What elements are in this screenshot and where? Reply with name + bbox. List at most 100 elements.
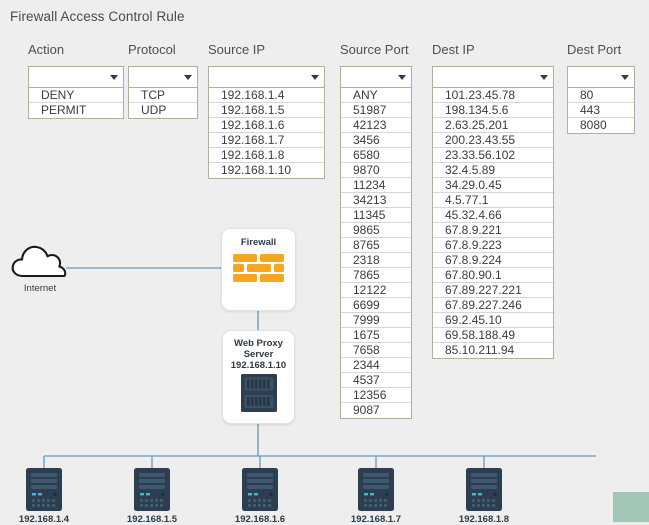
dest-port-dropdown[interactable] (567, 66, 635, 88)
option-item[interactable]: 67.80.90.1 (433, 268, 553, 283)
option-item[interactable]: UDP (129, 103, 197, 118)
option-item[interactable]: TCP (129, 88, 197, 103)
rule-column-source-port: Source Port ANY 51987 42123 3456 6580 98… (340, 42, 412, 419)
chevron-down-icon (398, 75, 406, 80)
option-item[interactable]: 12356 (341, 388, 411, 403)
host-label: 192.168.1.8 (458, 514, 510, 525)
option-item[interactable]: 80 (568, 88, 634, 103)
server-tower-icon[interactable] (358, 468, 394, 511)
screen-root: Firewall Access Control Rule Action DENY… (0, 0, 649, 525)
host-label: 192.168.1.7 (350, 514, 402, 525)
action-dropdown[interactable] (28, 66, 124, 88)
column-header-source-ip: Source IP (208, 42, 266, 57)
option-item[interactable]: 32.4.5.89 (433, 163, 553, 178)
option-item[interactable]: 8765 (341, 238, 411, 253)
option-item[interactable]: 443 (568, 103, 634, 118)
option-item[interactable]: 2.63.25.201 (433, 118, 553, 133)
proxy-label-line2: Server (243, 349, 274, 360)
source-ip-option-list[interactable]: 192.168.1.4 192.168.1.5 192.168.1.6 192.… (208, 88, 325, 179)
option-item[interactable]: 67.89.227.246 (433, 298, 553, 313)
dest-ip-dropdown[interactable] (432, 66, 554, 88)
option-item[interactable]: 4.5.77.1 (433, 193, 553, 208)
option-item[interactable]: 67.8.9.223 (433, 238, 553, 253)
dest-port-option-list[interactable]: 80 443 8080 (567, 88, 635, 134)
option-item[interactable]: 9087 (341, 403, 411, 418)
proxy-label-line3: 192.168.1.10 (230, 360, 287, 371)
option-item[interactable]: 8080 (568, 118, 634, 133)
option-item[interactable]: 6580 (341, 148, 411, 163)
page-title: Firewall Access Control Rule (10, 9, 185, 24)
action-option-list[interactable]: DENY PERMIT (28, 88, 124, 119)
option-item[interactable]: DENY (29, 88, 123, 103)
column-header-protocol: Protocol (128, 42, 176, 57)
chevron-down-icon (184, 75, 192, 80)
proxy-label-line1: Web Proxy (234, 338, 283, 349)
option-item[interactable]: 7865 (341, 268, 411, 283)
option-item[interactable]: 198.134.5.6 (433, 103, 553, 118)
corner-accent-block (613, 492, 649, 522)
option-item[interactable]: 192.168.1.8 (209, 148, 324, 163)
option-item[interactable]: 9870 (341, 163, 411, 178)
option-item[interactable]: 2318 (341, 253, 411, 268)
firewall-node[interactable]: Firewall (221, 228, 296, 311)
server-tower-icon[interactable] (26, 468, 62, 511)
internet-label: Internet (23, 283, 57, 294)
option-item[interactable]: 6699 (341, 298, 411, 313)
option-item[interactable]: 45.32.4.66 (433, 208, 553, 223)
option-item[interactable]: 67.8.9.221 (433, 223, 553, 238)
option-item[interactable]: 67.8.9.224 (433, 253, 553, 268)
chevron-down-icon (621, 75, 629, 80)
option-item[interactable]: 69.2.45.10 (433, 313, 553, 328)
server-tower-icon[interactable] (466, 468, 502, 511)
rule-column-dest-ip: Dest IP 101.23.45.78 198.134.5.6 2.63.25… (432, 42, 554, 359)
option-item[interactable]: 192.168.1.7 (209, 133, 324, 148)
option-item[interactable]: 7999 (341, 313, 411, 328)
option-item[interactable]: 2344 (341, 358, 411, 373)
host-label: 192.168.1.6 (234, 514, 286, 525)
chevron-down-icon (311, 75, 319, 80)
source-port-option-list[interactable]: ANY 51987 42123 3456 6580 9870 11234 342… (340, 88, 412, 419)
option-item[interactable]: ANY (341, 88, 411, 103)
option-item[interactable]: 67.89.227.221 (433, 283, 553, 298)
option-item[interactable]: 85.10.211.94 (433, 343, 553, 358)
option-item[interactable]: 192.168.1.10 (209, 163, 324, 178)
column-header-action: Action (28, 42, 65, 57)
source-port-dropdown[interactable] (340, 66, 412, 88)
protocol-option-list[interactable]: TCP UDP (128, 88, 198, 119)
firewall-label: Firewall (240, 237, 277, 248)
server-tower-icon[interactable] (134, 468, 170, 511)
option-item[interactable]: 11234 (341, 178, 411, 193)
option-item[interactable]: 200.23.43.55 (433, 133, 553, 148)
option-item[interactable]: 9865 (341, 223, 411, 238)
brick-wall-icon (232, 254, 284, 282)
option-item[interactable]: 34213 (341, 193, 411, 208)
option-item[interactable]: 192.168.1.5 (209, 103, 324, 118)
option-item[interactable]: 192.168.1.6 (209, 118, 324, 133)
option-item[interactable]: 192.168.1.4 (209, 88, 324, 103)
option-item[interactable]: 1675 (341, 328, 411, 343)
option-item[interactable]: 11345 (341, 208, 411, 223)
column-header-dest-ip: Dest IP (432, 42, 475, 57)
server-tower-icon[interactable] (242, 468, 278, 511)
option-item[interactable]: 4537 (341, 373, 411, 388)
option-item[interactable]: 7658 (341, 343, 411, 358)
rule-column-dest-port: Dest Port 80 443 8080 (567, 42, 635, 134)
protocol-dropdown[interactable] (128, 66, 198, 88)
option-item[interactable]: 12122 (341, 283, 411, 298)
rule-column-source-ip: Source IP 192.168.1.4 192.168.1.5 192.16… (208, 42, 325, 179)
option-item[interactable]: 42123 (341, 118, 411, 133)
option-item[interactable]: PERMIT (29, 103, 123, 118)
host-label: 192.168.1.4 (18, 514, 70, 525)
server-rack-icon (240, 374, 277, 412)
option-item[interactable]: 34.29.0.45 (433, 178, 553, 193)
option-item[interactable]: 101.23.45.78 (433, 88, 553, 103)
source-ip-dropdown[interactable] (208, 66, 325, 88)
option-item[interactable]: 51987 (341, 103, 411, 118)
option-item[interactable]: 3456 (341, 133, 411, 148)
web-proxy-server-node[interactable]: Web Proxy Server 192.168.1.10 (222, 330, 295, 424)
cloud-icon (11, 245, 67, 278)
option-item[interactable]: 69.58.188.49 (433, 328, 553, 343)
chevron-down-icon (110, 75, 118, 80)
option-item[interactable]: 23.33.56.102 (433, 148, 553, 163)
dest-ip-option-list[interactable]: 101.23.45.78 198.134.5.6 2.63.25.201 200… (432, 88, 554, 359)
